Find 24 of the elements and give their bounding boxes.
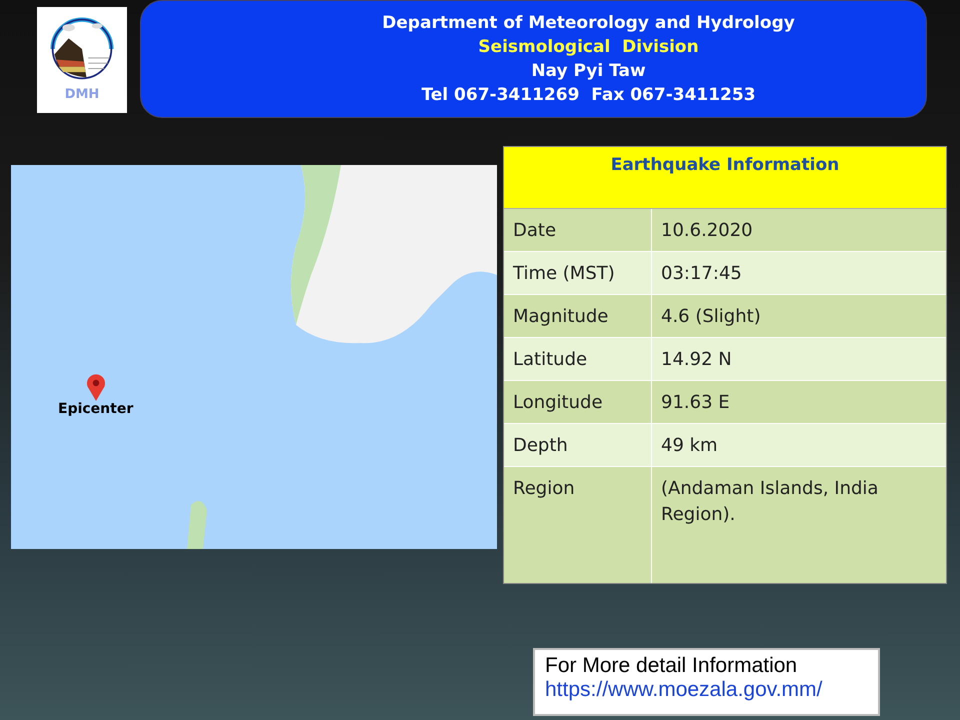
table-cell-text: 49 km (660, 434, 719, 458)
header-line: Seismological Division (478, 37, 699, 57)
header-line: Department of Meteorology and Hydrology (382, 13, 795, 33)
table-cell-text: (Andaman Islands, India Region). (660, 477, 880, 528)
header-line: Tel 067-3411269 Fax 067-3411253 (421, 85, 756, 105)
table-cell-text: 14.92 N (660, 348, 733, 372)
table-title: Earthquake Information (504, 147, 946, 209)
marker-label: Epicenter (58, 401, 134, 417)
table-cell: Depth (504, 424, 652, 466)
table-cell-text: 91.63 E (660, 391, 731, 415)
table-cell: Date (504, 209, 652, 251)
table-cell-text: 10.6.2020 (660, 219, 754, 243)
map-pin-icon (86, 374, 106, 401)
table-cell: Longitude (504, 381, 652, 423)
table-cell: Latitude (504, 338, 652, 380)
table-cell-text: 03:17:45 (660, 262, 743, 286)
header-line: Nay Pyi Taw (531, 61, 646, 81)
table-cell-text: 4.6 (Slight) (660, 305, 762, 329)
website-link[interactable]: https://www.moezala.gov.mm/ (545, 678, 868, 702)
table-cell: Magnitude (504, 295, 652, 337)
table-cell: Region (504, 467, 652, 583)
table-cell: Time (MST) (504, 252, 652, 294)
logo-text: DMH (64, 87, 100, 102)
info-text: For More detail Information (545, 654, 798, 678)
